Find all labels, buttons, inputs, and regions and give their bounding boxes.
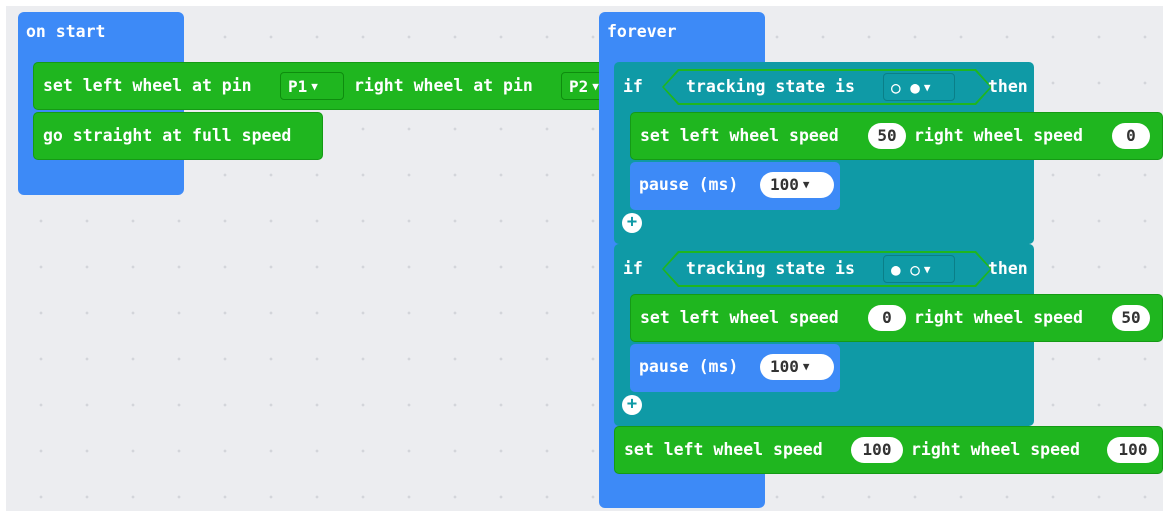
left-speed-value[interactable]: 100 xyxy=(851,437,903,463)
right-speed-value[interactable]: 100 xyxy=(1107,437,1159,463)
pause-dropdown-2[interactable]: 100 ▼ xyxy=(760,354,834,380)
right-speed-value[interactable]: 50 xyxy=(1112,305,1150,331)
tracking-state-dropdown-1[interactable]: ○ ● ▼ xyxy=(883,73,955,101)
set-speed-block-1[interactable]: set left wheel speed 50 right wheel spee… xyxy=(630,112,1163,160)
tracking-state-label: tracking state is xyxy=(686,259,855,278)
caret-down-icon: ▼ xyxy=(802,360,810,373)
set-left-wheel-pin-label: set left wheel at pin xyxy=(43,76,252,95)
pause-value-1: 100 xyxy=(770,175,799,194)
go-straight-label: go straight at full speed xyxy=(43,126,292,145)
caret-down-icon: ▼ xyxy=(592,80,599,93)
left-speed-value[interactable]: 0 xyxy=(868,305,906,331)
plus-circle-icon[interactable]: + xyxy=(622,213,642,233)
tracking-state-value-1: ○ ● xyxy=(891,78,920,97)
then-keyword: then xyxy=(988,259,1028,278)
if-keyword: if xyxy=(623,77,643,96)
right-speed-label: right wheel speed xyxy=(914,308,1083,327)
set-speed-block-3[interactable]: set left wheel speed 100 right wheel spe… xyxy=(614,426,1163,474)
left-pin-dropdown[interactable]: P1 ▼ xyxy=(280,72,344,100)
right-pin-value: P2 xyxy=(569,77,589,96)
pause-dropdown-1[interactable]: 100 ▼ xyxy=(760,172,834,198)
set-wheel-pins-block[interactable]: set left wheel at pin P1 ▼ right wheel at… xyxy=(33,62,625,110)
right-wheel-pin-label: right wheel at pin xyxy=(354,76,533,95)
then-keyword: then xyxy=(988,77,1028,96)
go-straight-block[interactable]: go straight at full speed xyxy=(33,112,323,160)
tracking-state-value-2: ● ○ xyxy=(891,260,920,279)
pause-block-1[interactable]: pause (ms) 100 ▼ xyxy=(630,162,840,210)
if-keyword: if xyxy=(623,259,643,278)
plus-circle-icon[interactable]: + xyxy=(622,395,642,415)
blocks-workspace[interactable]: on start set left wheel at pin P1 ▼ right… xyxy=(6,6,1163,511)
set-left-speed-label: set left wheel speed xyxy=(640,126,839,145)
set-left-speed-label: set left wheel speed xyxy=(640,308,839,327)
forever-label: forever xyxy=(607,22,677,41)
on-start-label: on start xyxy=(26,22,106,41)
set-speed-block-2[interactable]: set left wheel speed 0 right wheel speed… xyxy=(630,294,1163,342)
pause-label: pause (ms) xyxy=(639,357,739,376)
caret-down-icon: ▼ xyxy=(923,81,931,94)
caret-down-icon: ▼ xyxy=(311,80,318,93)
left-pin-value: P1 xyxy=(288,77,308,96)
tracking-state-label: tracking state is xyxy=(686,77,855,96)
right-speed-label: right wheel speed xyxy=(911,440,1080,459)
pause-block-2[interactable]: pause (ms) 100 ▼ xyxy=(630,344,840,392)
right-speed-label: right wheel speed xyxy=(914,126,1083,145)
right-speed-value[interactable]: 0 xyxy=(1112,123,1150,149)
tracking-state-dropdown-2[interactable]: ● ○ ▼ xyxy=(883,255,955,283)
pause-label: pause (ms) xyxy=(639,175,739,194)
caret-down-icon: ▼ xyxy=(923,263,931,276)
left-speed-value[interactable]: 50 xyxy=(868,123,906,149)
pause-value-2: 100 xyxy=(770,357,799,376)
caret-down-icon: ▼ xyxy=(802,178,810,191)
set-left-speed-label: set left wheel speed xyxy=(624,440,823,459)
